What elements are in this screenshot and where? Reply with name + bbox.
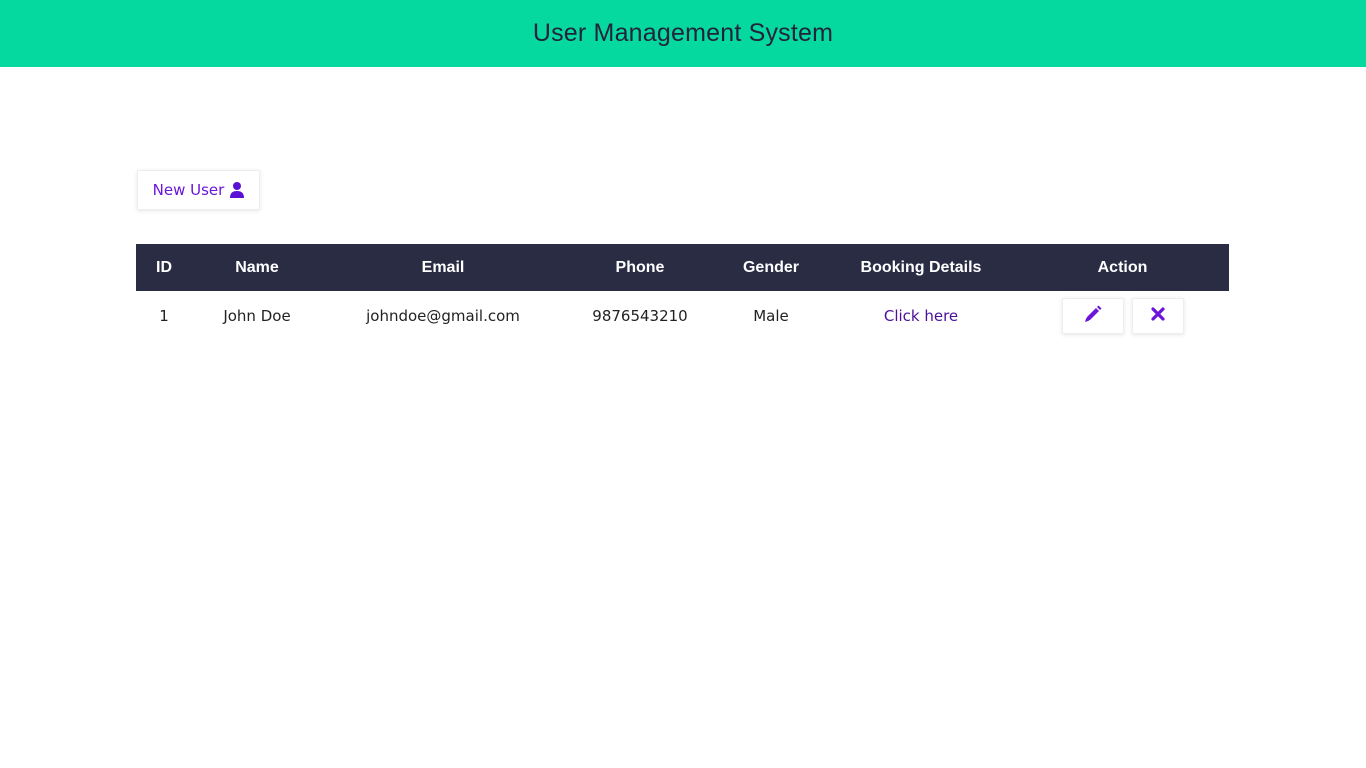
users-table: ID Name Email Phone Gender Booking Detai… [136,244,1229,341]
cell-id: 1 [159,307,169,325]
table-header-row: ID Name Email Phone Gender Booking Detai… [136,244,1229,291]
new-user-label: New User [152,181,225,199]
delete-user-button[interactable] [1131,298,1184,334]
new-user-button[interactable]: New User [137,170,260,210]
column-header-gender: Gender [742,258,799,276]
pencil-icon [1084,305,1102,327]
column-header-email: Email [421,258,465,276]
main-content: New User ID Name Email Phone Gender Book… [0,67,1366,768]
cell-email: johndoe@gmail.com [366,307,520,325]
page-title: User Management System [532,19,834,47]
column-header-action: Action [1097,258,1148,276]
row-actions [1016,298,1229,334]
cell-gender: Male [753,307,789,325]
app-header: User Management System [0,0,1366,67]
column-header-name: Name [235,258,279,276]
table-row: 1 John Doe johndoe@gmail.com 9876543210 … [136,291,1229,341]
column-header-id: ID [156,258,172,276]
booking-details-link[interactable]: Click here [884,307,958,325]
cell-action [1016,291,1229,341]
cell-phone: 9876543210 [592,307,688,325]
user-icon [230,182,245,198]
close-icon [1150,307,1165,325]
edit-user-button[interactable] [1061,298,1124,334]
cell-name: John Doe [223,307,291,325]
column-header-booking-details: Booking Details [860,258,982,276]
column-header-phone: Phone [615,258,665,276]
users-table-container: ID Name Email Phone Gender Booking Detai… [136,244,1229,341]
cell-booking-details: Click here [826,291,1016,341]
